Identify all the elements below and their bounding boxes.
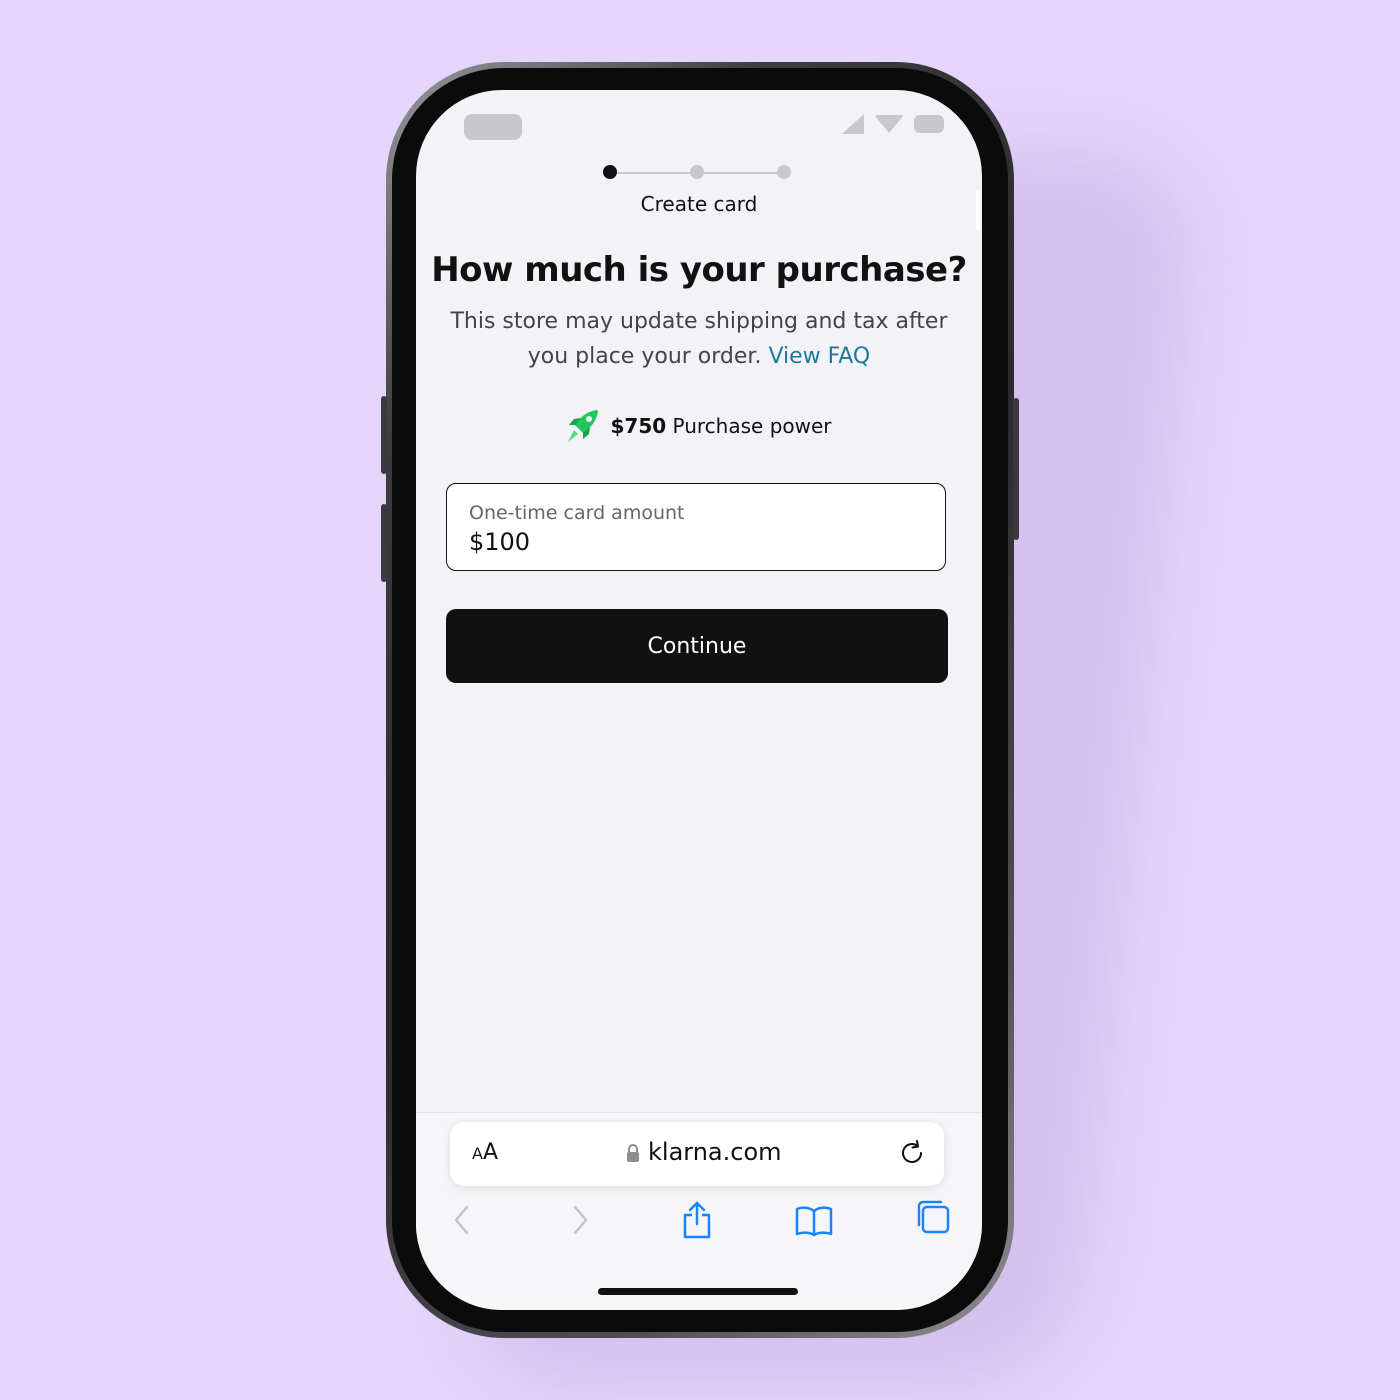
page-title: How much is your purchase?: [431, 250, 967, 290]
status-bar-icons: [842, 114, 944, 134]
step-3-dot: [777, 165, 791, 179]
reload-icon[interactable]: [900, 1140, 926, 1168]
power-button: [1013, 398, 1019, 540]
volume-up-button: [381, 396, 387, 474]
browser-toolbar: [416, 1200, 982, 1244]
address-bar[interactable]: AA klarna.com: [450, 1122, 944, 1186]
purchase-power-amount: $750: [610, 414, 667, 438]
purchase-power-label: Purchase power: [672, 414, 832, 438]
step-1-dot: [603, 165, 617, 179]
wifi-icon: [874, 115, 904, 133]
back-icon[interactable]: [452, 1204, 472, 1236]
phone-screen: Create card How much is your purchase? T…: [416, 90, 982, 1310]
text-size-small-letter: A: [472, 1144, 483, 1163]
battery-icon: [914, 115, 944, 133]
url-domain[interactable]: klarna.com: [648, 1138, 782, 1166]
progress-stepper: [603, 165, 791, 179]
text-size-button[interactable]: AA: [472, 1140, 498, 1165]
step-2-dot: [690, 165, 704, 179]
step-label: Create card: [640, 192, 758, 216]
rocket-icon: [568, 410, 599, 442]
lock-icon: [627, 1144, 639, 1162]
continue-button[interactable]: Continue: [446, 609, 948, 683]
signal-icon: [842, 114, 864, 134]
volume-down-button: [381, 504, 387, 582]
status-bar-time-placeholder: [464, 114, 522, 140]
share-icon[interactable]: [680, 1200, 714, 1240]
card-amount-field[interactable]: One-time card amount $100: [446, 483, 946, 571]
view-faq-link[interactable]: View FAQ: [768, 344, 870, 369]
card-amount-label: One-time card amount: [469, 502, 685, 524]
text-size-large-letter: A: [482, 1140, 499, 1165]
bookmarks-icon[interactable]: [794, 1204, 834, 1238]
tabs-icon[interactable]: [914, 1198, 952, 1236]
home-indicator[interactable]: [598, 1288, 798, 1295]
card-amount-value[interactable]: $100: [469, 528, 530, 556]
subtitle-text: This store may update shipping and tax a…: [450, 309, 948, 369]
forward-icon[interactable]: [570, 1204, 590, 1236]
purchase-power: $750 Purchase power: [416, 408, 982, 444]
page-subtitle: This store may update shipping and tax a…: [446, 304, 952, 374]
